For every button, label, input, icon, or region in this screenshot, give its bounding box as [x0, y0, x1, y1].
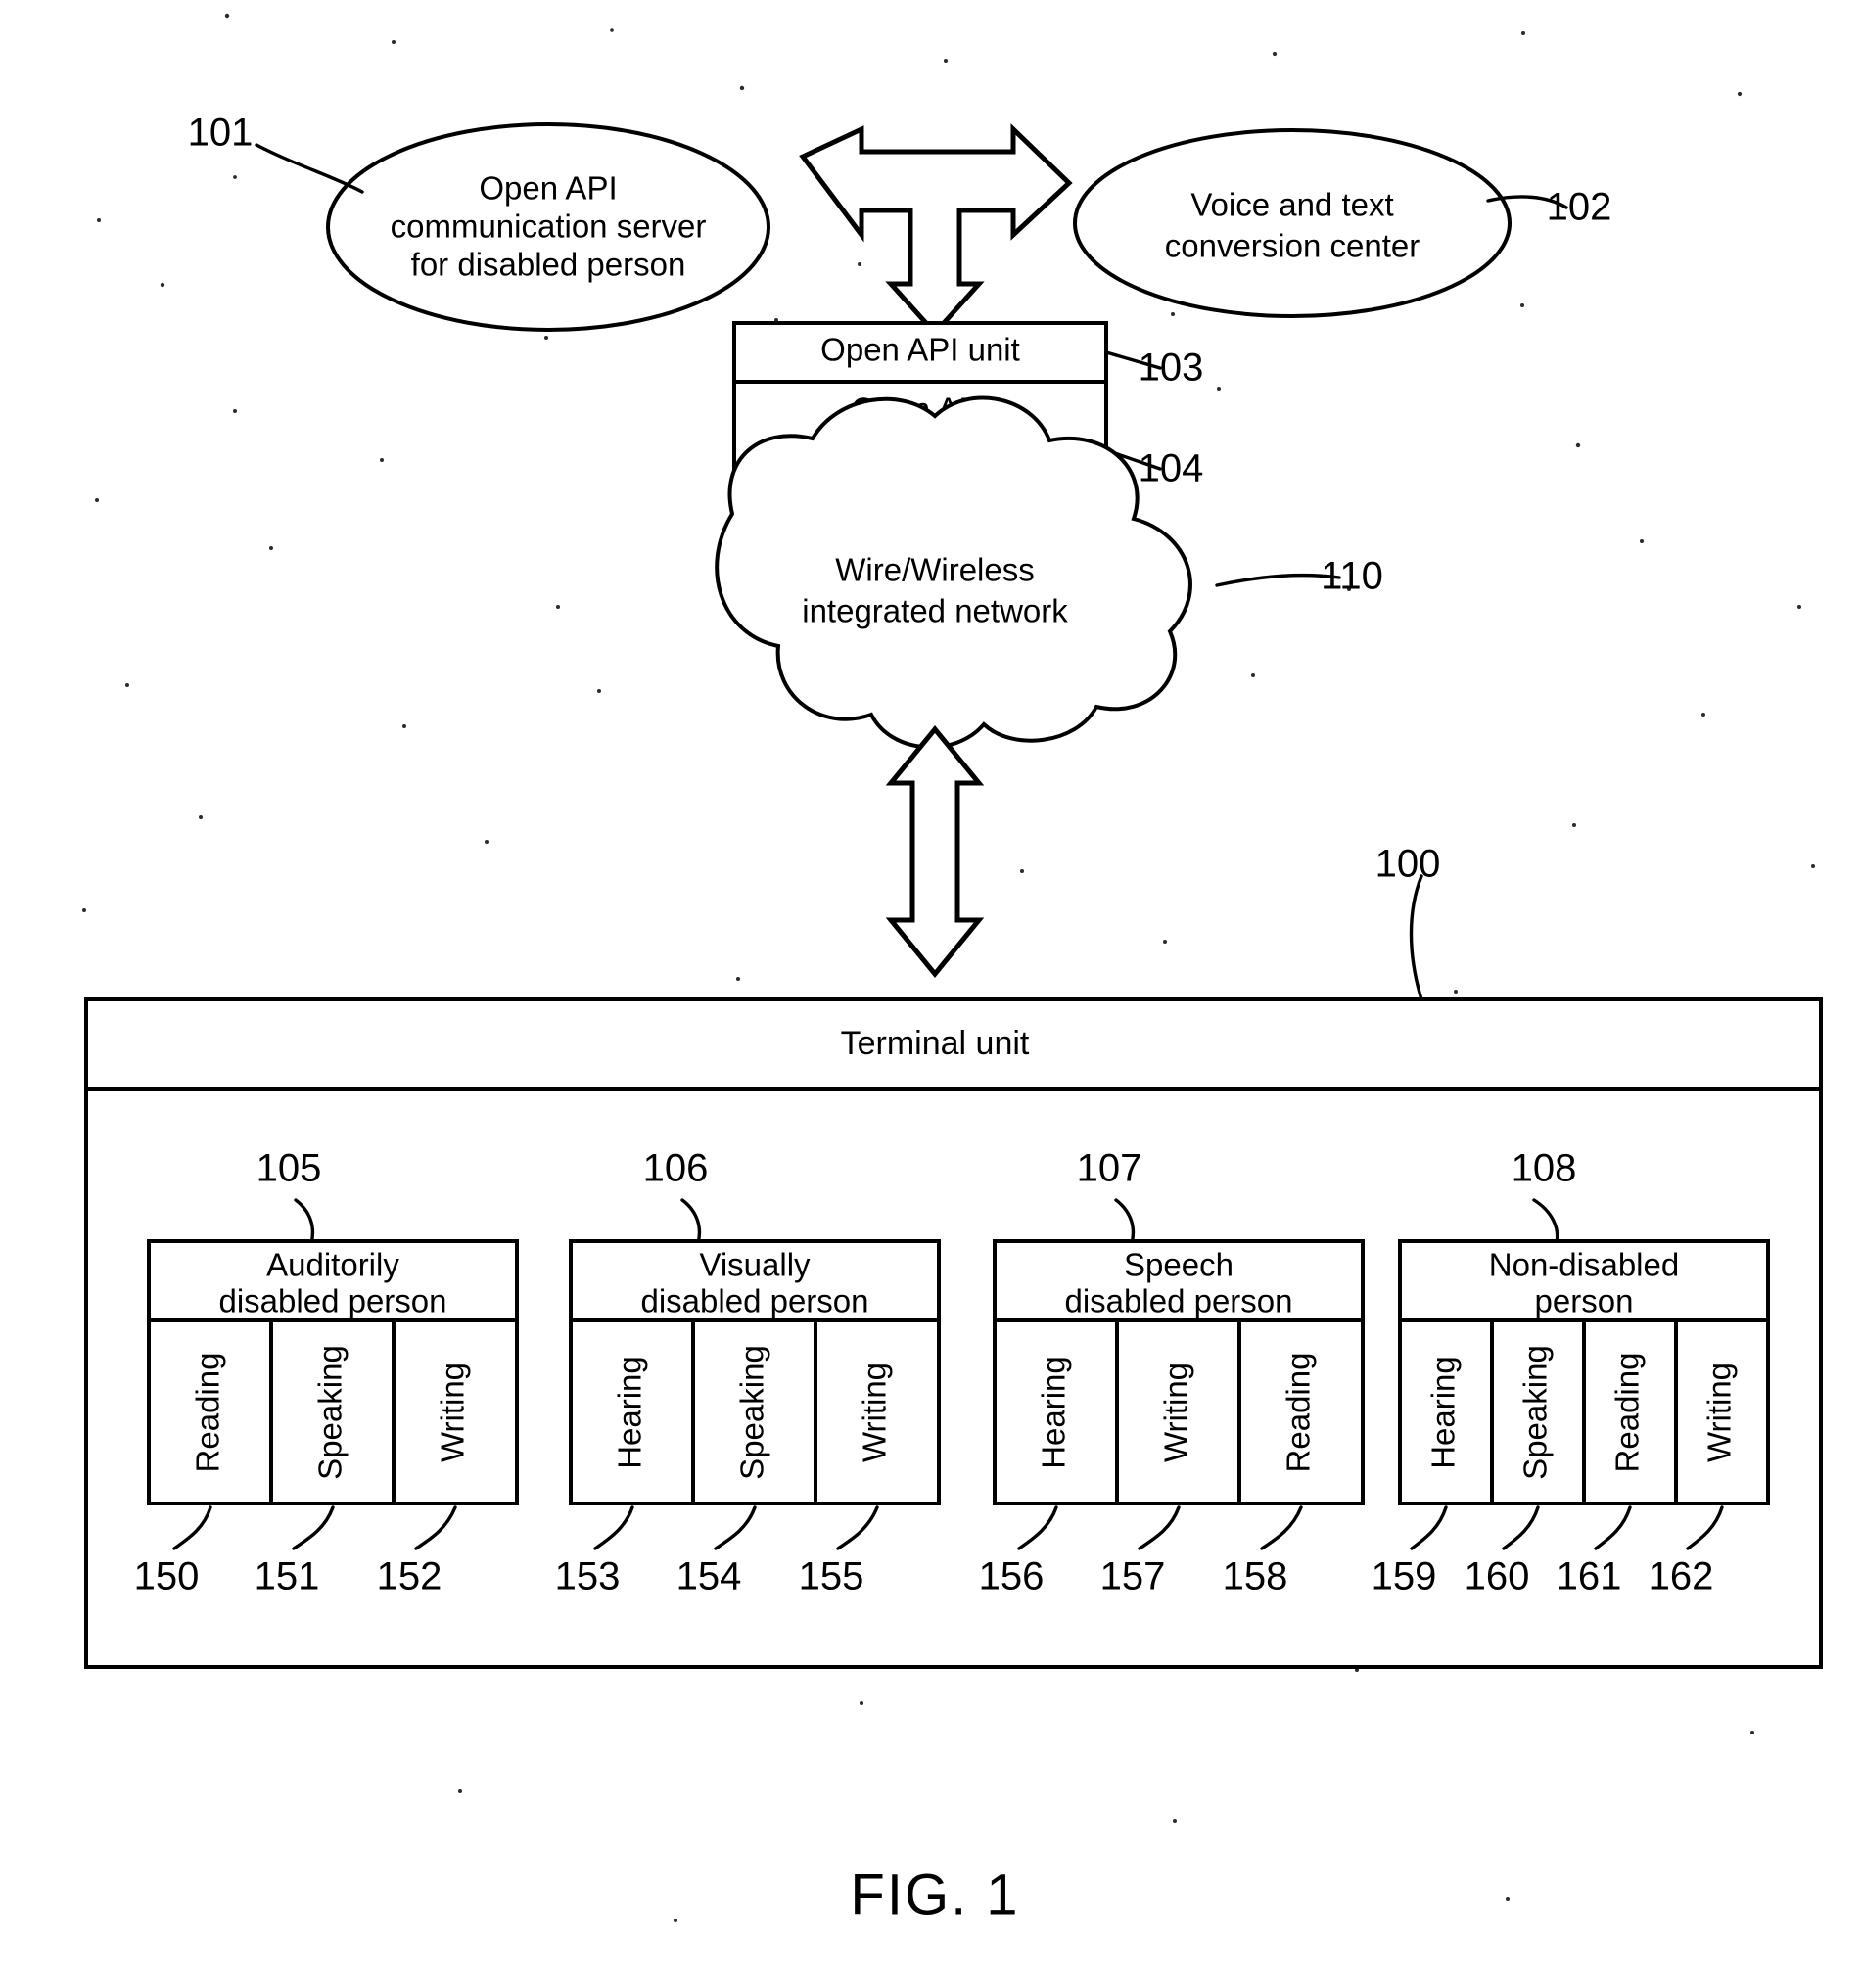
ref-number-159: 159 [1372, 1555, 1437, 1598]
ref-number-156: 156 [979, 1555, 1045, 1598]
ref-number-104: 104 [1139, 447, 1204, 490]
ref-number-101: 101 [188, 112, 254, 155]
group-105-header-line-2: disabled person [219, 1283, 447, 1319]
ref-number-160: 160 [1465, 1555, 1530, 1598]
group-105-cell-label-1: Speaking [312, 1345, 349, 1480]
leader-line-101 [255, 143, 364, 194]
figure-caption: FIG. 1 [850, 1863, 1019, 1926]
ref-number-157: 157 [1100, 1555, 1166, 1598]
group-105-header-line-1: Auditorily [266, 1247, 399, 1283]
ref-number-162: 162 [1649, 1555, 1714, 1598]
patent-figure-page: Open API communication server for disabl… [0, 0, 1862, 1988]
group-106-cell-label-0: Hearing [612, 1356, 648, 1469]
ref-number-108: 108 [1512, 1147, 1577, 1190]
group-108-header-line-2: person [1535, 1283, 1634, 1319]
group-108-cell-label-1: Speaking [1517, 1345, 1554, 1480]
group-108-cell-label-2: Reading [1609, 1353, 1646, 1473]
conversion-center-line-2: conversion center [1165, 228, 1420, 264]
terminal-unit-title: Terminal unit [841, 1025, 1030, 1062]
ref-number-161: 161 [1557, 1555, 1622, 1598]
cloud-line-2: integrated network [802, 593, 1068, 629]
ref-number-151: 151 [255, 1555, 320, 1598]
bidirectional-t-arrow [799, 123, 1073, 337]
ref-number-152: 152 [377, 1555, 442, 1598]
open-api-unit-label: Open API unit [820, 332, 1020, 368]
ref-number-100: 100 [1375, 843, 1441, 886]
open-api-server-line-1: Open API [479, 170, 617, 207]
ref-number-158: 158 [1223, 1555, 1288, 1598]
ref-number-103: 103 [1139, 347, 1204, 390]
vertical-double-arrow-glyph [885, 725, 985, 978]
cloud-terminal-double-arrow [885, 725, 985, 978]
group-108-header-line-1: Non-disabled [1489, 1247, 1679, 1283]
open-api-server-line-3: for disabled person [411, 247, 686, 283]
conversion-center-line-1: Voice and text [1190, 187, 1393, 223]
group-108-cell-label-0: Hearing [1425, 1356, 1462, 1469]
group-107-header-line-2: disabled person [1065, 1283, 1293, 1319]
open-api-server-line-2: communication server [391, 208, 707, 245]
group-106-cell-label-2: Writing [857, 1363, 893, 1462]
group-107-header-line-1: Speech [1124, 1247, 1234, 1283]
ref-number-102: 102 [1547, 186, 1612, 229]
cloud-line-1: Wire/Wireless [835, 552, 1035, 588]
leader-line-100 [1409, 874, 1423, 1001]
ref-number-110: 110 [1321, 555, 1383, 598]
ref-number-153: 153 [555, 1555, 621, 1598]
group-107-cell-label-0: Hearing [1036, 1356, 1072, 1469]
t-arrow-glyph [799, 123, 1073, 337]
ref-number-106: 106 [643, 1147, 709, 1190]
ref-number-107: 107 [1077, 1147, 1142, 1190]
group-106-header-line-1: Visually [699, 1247, 811, 1283]
ref-number-154: 154 [676, 1555, 742, 1598]
group-105-cell-label-0: Reading [190, 1353, 226, 1473]
group-108-cell-label-3: Writing [1701, 1363, 1738, 1462]
ref-number-155: 155 [799, 1555, 864, 1598]
group-106-header-line-2: disabled person [641, 1283, 869, 1319]
group-106-cell-label-1: Speaking [734, 1345, 770, 1480]
network-cloud-node: Wire/Wireless integrated network 110 [715, 395, 1383, 750]
figure-1-diagram: Open API communication server for disabl… [82, 13, 1823, 1926]
group-107-cell-label-2: Reading [1280, 1353, 1317, 1473]
group-105-cell-label-2: Writing [435, 1363, 471, 1462]
group-107-cell-label-1: Writing [1158, 1363, 1194, 1462]
ref-number-150: 150 [134, 1555, 200, 1598]
ref-number-105: 105 [256, 1147, 322, 1190]
open-api-server-node: Open API communication server for disabl… [188, 112, 770, 332]
conversion-center-node: Voice and text conversion center 102 [1073, 128, 1612, 318]
